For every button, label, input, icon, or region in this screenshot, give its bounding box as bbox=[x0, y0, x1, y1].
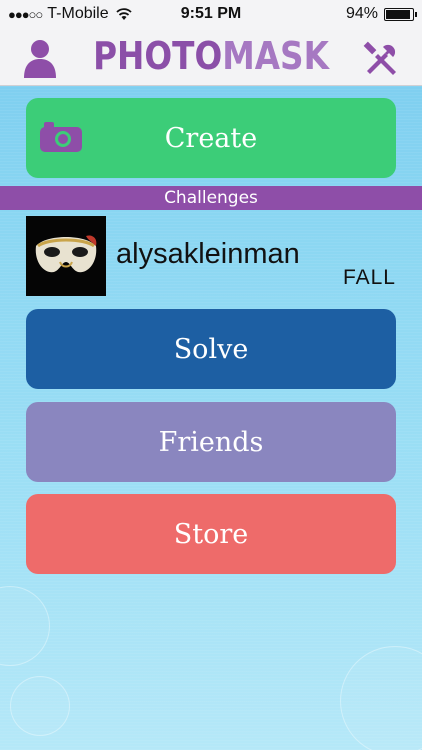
create-label: Create bbox=[164, 122, 258, 154]
battery-icon bbox=[384, 7, 417, 21]
app-title-photo: PHOTO bbox=[93, 34, 223, 78]
status-right: 94% bbox=[345, 5, 417, 23]
battery-fill bbox=[386, 9, 411, 19]
background-bubble bbox=[0, 586, 50, 666]
challenges-header: Challenges bbox=[0, 186, 422, 210]
status-bar: ●●●○○ T-Mobile 9:51 PM 94% bbox=[0, 0, 422, 30]
avatar bbox=[26, 216, 106, 296]
friends-label: Friends bbox=[158, 426, 264, 458]
app-title: PHOTOMASK bbox=[30, 34, 393, 78]
tools-icon bbox=[363, 41, 396, 75]
solve-label: Solve bbox=[173, 333, 249, 365]
background-bubble bbox=[10, 676, 70, 736]
battery-percent: 94% bbox=[345, 5, 378, 22]
app-title-mask: MASK bbox=[222, 34, 329, 78]
settings-button[interactable] bbox=[360, 36, 404, 80]
background-bubble bbox=[340, 646, 422, 750]
challenge-username: alysakleinman bbox=[116, 238, 300, 270]
friends-button[interactable]: Friends bbox=[26, 402, 396, 482]
store-button[interactable]: Store bbox=[26, 494, 396, 574]
create-button[interactable]: Create bbox=[26, 98, 396, 178]
challenge-item[interactable]: alysakleinman FALL bbox=[26, 216, 396, 296]
main-content: Create Challenges alysakleinman FALL Sol… bbox=[0, 86, 422, 750]
solve-button[interactable]: Solve bbox=[26, 309, 396, 389]
store-label: Store bbox=[173, 518, 249, 550]
mask-avatar-image bbox=[26, 216, 106, 296]
nav-bar: PHOTOMASK bbox=[0, 30, 422, 86]
challenge-status: FALL bbox=[342, 266, 396, 289]
camera-icon bbox=[40, 122, 82, 152]
